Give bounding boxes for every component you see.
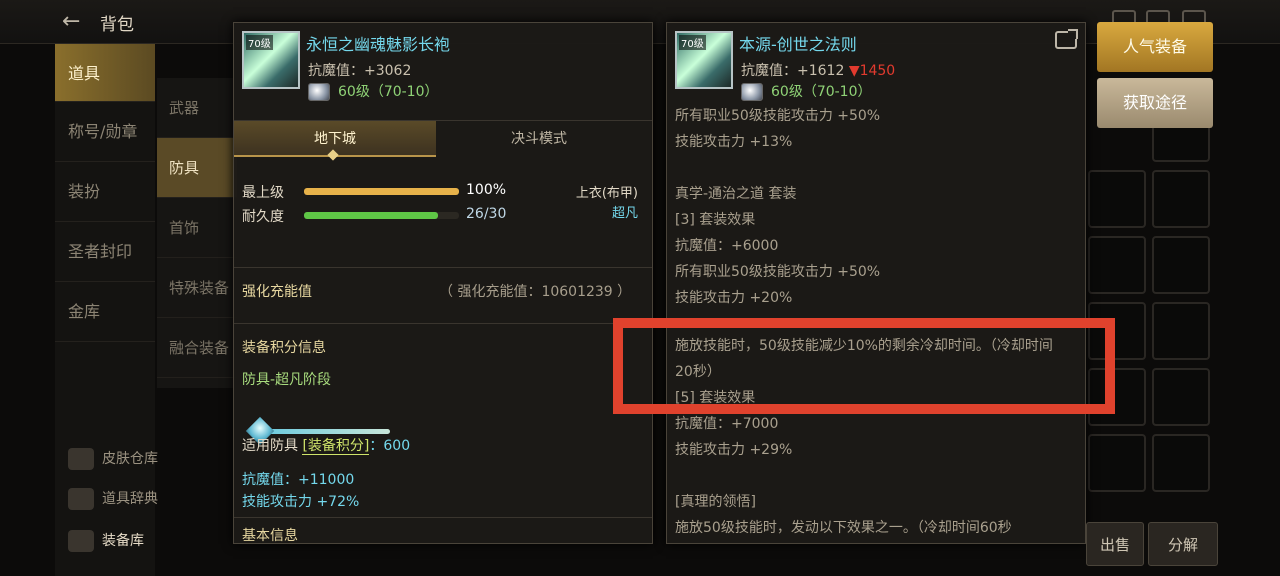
category-fusion[interactable]: 融合装备 (157, 318, 237, 378)
equipment-library-icon (68, 530, 94, 552)
category-special[interactable]: 特殊装备 (157, 258, 237, 318)
equipped-item-tooltip: 70级 永恒之幽魂魅影长袍 抗魔值：+3062 60级（70-10） 地下城 决… (233, 22, 653, 544)
item-name: 本源-创世之法则 (739, 35, 857, 54)
score-title: 装备积分信息 (242, 340, 326, 356)
stat-line: 所有职业50级技能攻击力 +50% (675, 108, 881, 124)
basic-info-title: 基本信息 (242, 528, 298, 544)
obtain-method-button[interactable]: 获取途径 (1097, 78, 1213, 128)
highlight-box (613, 318, 1115, 414)
category-weapon[interactable]: 武器 (157, 78, 237, 138)
item-name: 永恒之幽魂魅影长袍 (306, 35, 451, 54)
grade-bar (304, 188, 459, 195)
divider (234, 323, 652, 324)
stat-line: 技能攻击力 +20% (675, 290, 793, 306)
skill-title: [真理的领悟] (675, 494, 756, 510)
inventory-slot[interactable] (1152, 368, 1210, 426)
divider (234, 267, 652, 268)
stat-line: 技能攻击力 +29% (675, 442, 793, 458)
magic-resist-value: 抗魔值：+3062 (308, 63, 412, 79)
inventory-slot[interactable] (1088, 236, 1146, 294)
mode-tabs: 地下城 决斗模式 (234, 120, 652, 157)
durability-label: 耐久度 (242, 209, 284, 225)
sidebar-item-vault[interactable]: 金库 (55, 282, 155, 342)
category-list: 武器 防具 首饰 特殊装备 融合装备 (157, 78, 237, 388)
enhance-value: （ 强化充能值：10601239 ） (439, 284, 632, 300)
magic-resist-value: 抗魔值：+1612 ▼1450 (741, 63, 896, 79)
skill-desc: 施放50级技能时，发动以下效果之一。（冷却时间60秒 (675, 520, 1012, 536)
inventory-slot[interactable] (1088, 434, 1146, 492)
enhance-label: 强化充能值 (242, 284, 312, 300)
inventory-slot[interactable] (1152, 170, 1210, 228)
inventory-slot[interactable] (1152, 302, 1210, 360)
equipment-library-link[interactable]: 装备库 (68, 530, 144, 552)
set-effect-header: [3] 套装效果 (675, 212, 756, 228)
durability-bar (304, 212, 459, 219)
robe-item-icon: 70级 (242, 31, 300, 89)
sidebar-item-titles[interactable]: 称号/勋章 (55, 102, 155, 162)
sidebar-item-items[interactable]: 道具 (55, 44, 155, 102)
stat-line: 技能攻击力 +13% (675, 134, 793, 150)
skin-storage-link[interactable]: 皮肤仓库 (68, 448, 158, 470)
sidebar-item-seal[interactable]: 圣者封印 (55, 222, 155, 282)
inventory-slot[interactable] (1152, 434, 1210, 492)
bonus-skill: 技能攻击力 +72% (242, 494, 360, 510)
inventory-slot[interactable] (1088, 170, 1146, 228)
diamond-icon (308, 83, 330, 101)
level-requirement: 60级（70-10） (308, 81, 439, 101)
grade-label: 最上级 (242, 185, 284, 201)
grade-value: 100% (466, 182, 507, 198)
compare-item-icon: 70级 (675, 31, 733, 89)
skin-storage-icon (68, 448, 94, 470)
stat-line: 所有职业50级技能攻击力 +50% (675, 264, 881, 280)
compare-item-tooltip: 70级 本源-创世之法则 抗魔值：+1612 ▼1450 60级（70-10） … (666, 22, 1086, 544)
level-requirement: 60级（70-10） (741, 81, 872, 101)
diamond-icon (741, 83, 763, 101)
durability-value: 26/30 (466, 206, 507, 222)
item-dictionary-link[interactable]: 道具辞典 (68, 488, 158, 510)
dictionary-icon (68, 488, 94, 510)
bonus-resist: 抗魔值：+11000 (242, 472, 355, 488)
decompose-button[interactable]: 分解 (1148, 522, 1218, 566)
inventory-slot[interactable] (1152, 236, 1210, 294)
sidebar-item-avatar[interactable]: 装扮 (55, 162, 155, 222)
divider (234, 517, 652, 518)
back-arrow-icon[interactable]: ← (62, 10, 88, 34)
score-stage: 防具-超凡阶段 (242, 372, 332, 388)
popular-equipment-button[interactable]: 人气装备 (1097, 22, 1213, 72)
sell-button[interactable]: 出售 (1086, 522, 1144, 566)
slot-type: 上衣(布甲) (575, 186, 638, 201)
rarity: 超凡 (611, 206, 638, 221)
set-name: 真学-通治之道 套装 (675, 186, 797, 202)
stat-line: 抗魔值：+6000 (675, 238, 779, 254)
stat-line: 抗魔值：+7000 (675, 416, 779, 432)
tab-pvp[interactable]: 决斗模式 (436, 121, 642, 157)
category-accessory[interactable]: 首饰 (157, 198, 237, 258)
category-armor[interactable]: 防具 (157, 138, 237, 198)
share-icon[interactable] (1055, 29, 1078, 49)
applicable-line: 适用防具 [装备积分]：600 (242, 438, 411, 455)
page-title: 背包 (100, 15, 134, 35)
